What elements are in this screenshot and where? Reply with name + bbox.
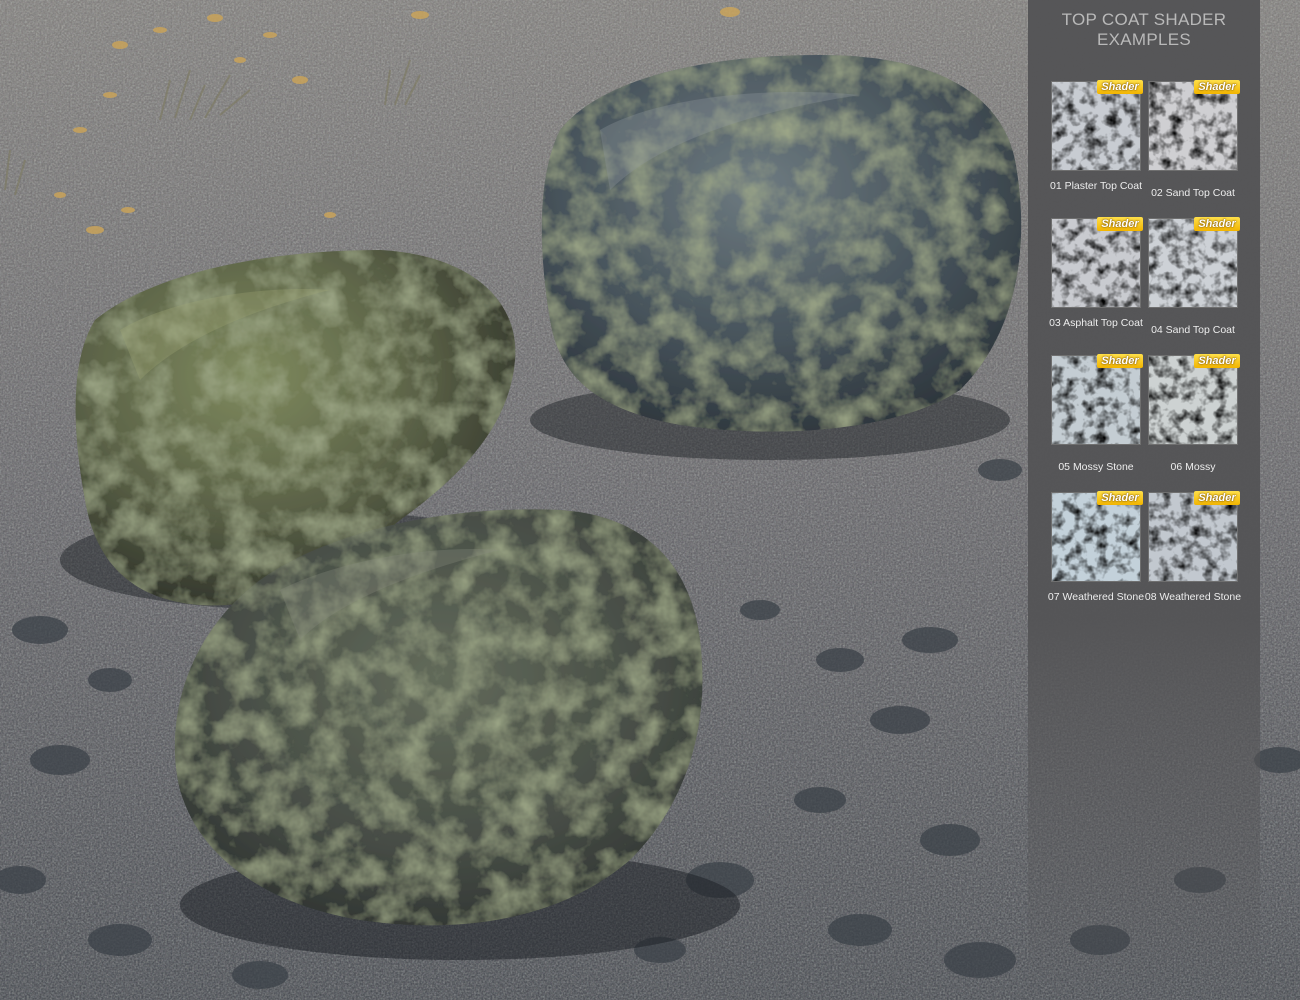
shader-thumbnail[interactable] [1051,218,1141,308]
shader-tile-label: 08 Weathered Stone [1144,591,1242,603]
shader-badge: Shader [1097,354,1143,368]
shader-badge: Shader [1194,217,1240,231]
shader-tile-label: 02 Sand Top Coat [1151,187,1235,199]
shader-badge: Shader [1194,80,1240,94]
shader-examples-panel: TOP COAT SHADER EXAMPLES Shader 01 Plaste… [1028,0,1260,1000]
shader-thumbnail[interactable] [1148,355,1238,445]
shader-tile-label: 06 Mossy [1170,461,1216,473]
shader-thumbnail[interactable] [1148,218,1238,308]
shader-badge: Shader [1097,217,1143,231]
shader-tile-label: 07 Weathered Stone [1047,591,1145,603]
panel-title: TOP COAT SHADER EXAMPLES [1061,10,1227,49]
shader-thumbnail[interactable] [1051,81,1141,171]
shader-thumbnail[interactable] [1051,355,1141,445]
shader-tile-label: 05 Mossy Stone [1058,461,1134,473]
shader-tile-label: 01 Plaster Top Coat [1049,180,1143,192]
shader-tile-label: 03 Asphalt Top Coat [1049,317,1143,329]
shader-badge: Shader [1097,491,1143,505]
shader-thumbnail[interactable] [1148,81,1238,171]
rock-blue-right [541,55,1022,432]
shader-tile-label: 04 Sand Top Coat [1151,324,1235,336]
shader-badge: Shader [1194,354,1240,368]
shader-badge: Shader [1194,491,1240,505]
shader-thumbnail[interactable] [1051,492,1141,582]
shader-thumbnail[interactable] [1148,492,1238,582]
shader-badge: Shader [1097,80,1143,94]
